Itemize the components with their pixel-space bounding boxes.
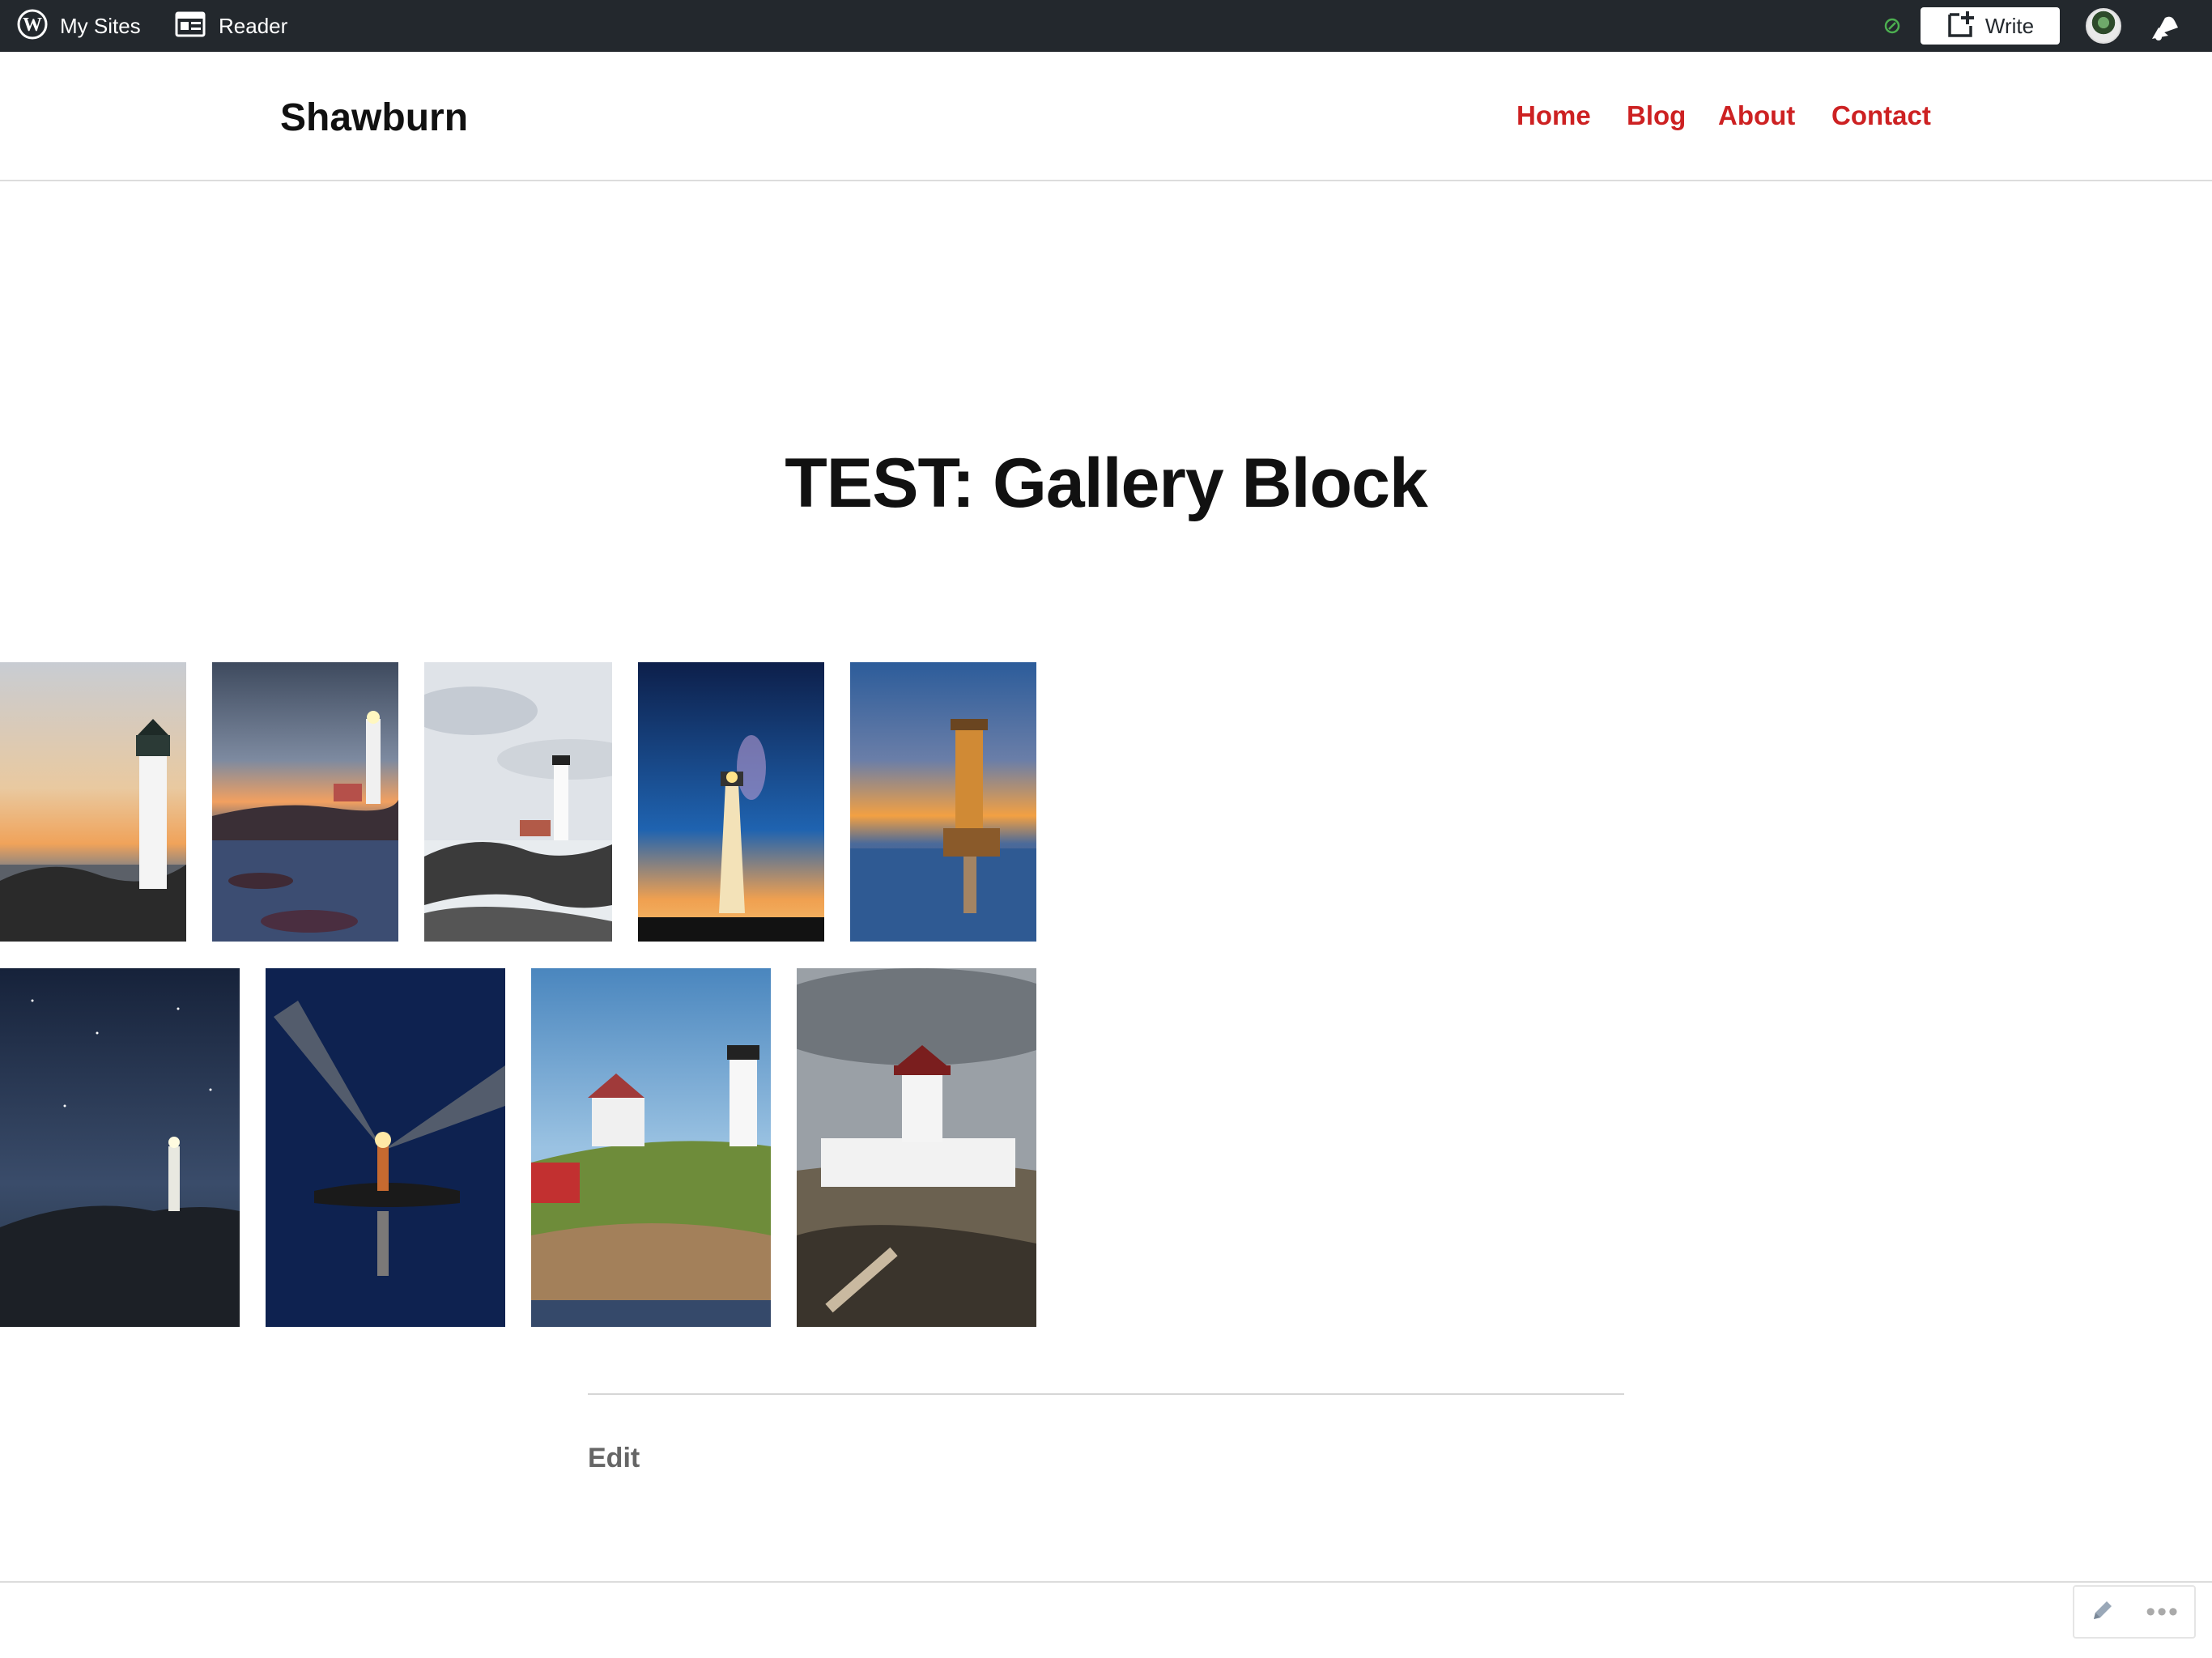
nav-blog[interactable]: Blog	[1627, 100, 1686, 131]
gallery-image[interactable]	[266, 968, 505, 1327]
edit-link[interactable]: Edit	[588, 1443, 640, 1474]
customize-toolbar: •••	[2073, 1585, 2196, 1639]
page-title: TEST: Gallery Block	[785, 444, 1428, 522]
site-title[interactable]: Shawburn	[280, 96, 468, 140]
wordpress-logo-icon: W	[16, 8, 49, 45]
reader-icon	[175, 11, 206, 41]
svg-text:W: W	[23, 15, 42, 36]
reader-label: Reader	[219, 13, 288, 38]
new-post-icon	[1946, 10, 1976, 43]
user-avatar[interactable]	[2086, 8, 2121, 44]
site-header: Shawburn Home Blog About Contact	[0, 52, 2212, 181]
my-sites-button[interactable]: W My Sites	[16, 0, 141, 52]
write-label: Write	[1984, 13, 2035, 38]
nav-home[interactable]: Home	[1516, 100, 1591, 131]
my-sites-label: My Sites	[60, 13, 141, 38]
gallery-image[interactable]	[850, 662, 1036, 942]
write-button[interactable]: Write	[1921, 7, 2060, 45]
gallery-image[interactable]	[0, 968, 240, 1327]
pencil-icon[interactable]	[2089, 1596, 2116, 1628]
content-divider	[588, 1393, 1624, 1395]
reader-button[interactable]: Reader	[175, 0, 287, 52]
gallery-image[interactable]	[424, 662, 612, 942]
gallery-image[interactable]	[531, 968, 771, 1327]
gallery-image[interactable]	[212, 662, 398, 942]
gallery-image[interactable]	[797, 968, 1036, 1327]
nav-contact[interactable]: Contact	[1831, 100, 1931, 131]
notifications-bell-icon[interactable]	[2147, 11, 2180, 46]
nav-about[interactable]: About	[1718, 100, 1795, 131]
gallery-image[interactable]	[638, 662, 824, 942]
footer-divider	[0, 1581, 2212, 1583]
admin-bar: W My Sites Reader Write	[0, 0, 2212, 52]
more-options-icon[interactable]: •••	[2146, 1598, 2180, 1626]
status-indicator-icon	[1883, 0, 1901, 52]
gallery-image[interactable]	[0, 662, 186, 942]
